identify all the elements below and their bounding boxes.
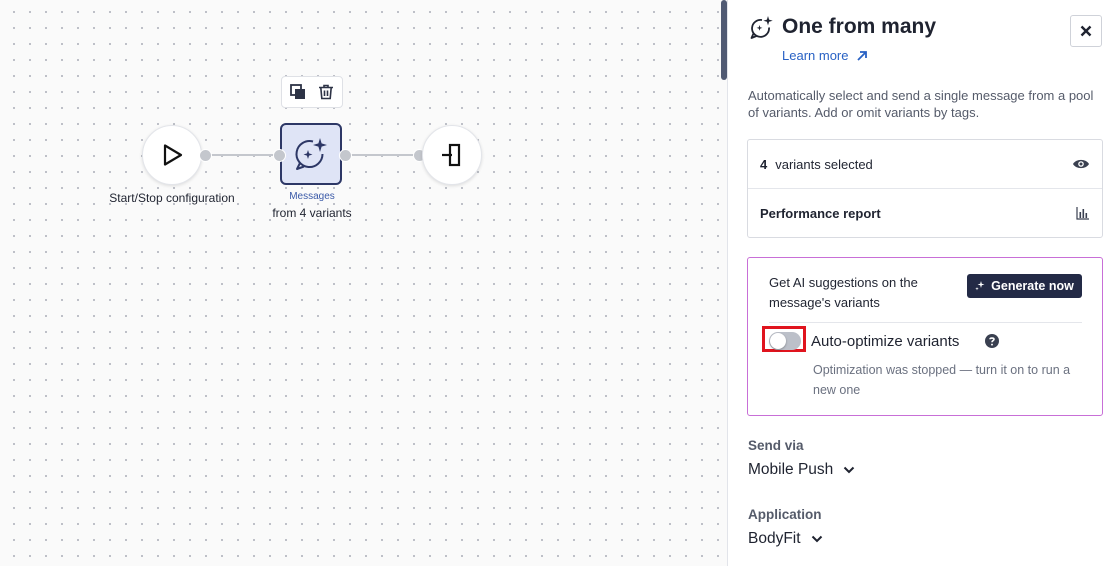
sparkle-chat-icon [295, 138, 327, 170]
messages-node-subtitle: from 4 variants [272, 206, 352, 220]
eye-icon[interactable] [1072, 158, 1090, 170]
play-icon [163, 144, 183, 166]
close-icon [1080, 25, 1092, 37]
chevron-down-icon [844, 466, 855, 474]
application-select[interactable]: BodyFit [748, 530, 823, 548]
messages-node[interactable] [280, 123, 342, 185]
auto-optimize-toggle[interactable] [769, 332, 801, 350]
node-toolbar [281, 76, 343, 108]
close-button[interactable] [1070, 15, 1102, 47]
send-via-label: Send via [748, 438, 804, 453]
external-link-arrow-icon [857, 50, 868, 61]
ai-suggestions-text: Get AI suggestions on the message's vari… [769, 275, 918, 310]
chevron-down-icon [811, 535, 822, 543]
learn-more-label: Learn more [782, 48, 849, 63]
learn-more-link[interactable]: Learn more [782, 48, 868, 63]
application-value: BodyFit [748, 530, 801, 547]
generate-now-label: Generate now [991, 279, 1074, 293]
messages-output-port[interactable] [339, 149, 352, 162]
optimization-hint: Optimization was stopped — turn it on to… [813, 363, 1071, 397]
send-via-value: Mobile Push [748, 461, 834, 478]
copy-icon[interactable] [287, 81, 309, 103]
panel-description: Automatically select and send a single m… [748, 88, 1094, 120]
sparkle-icon [975, 281, 985, 291]
divider [769, 322, 1082, 323]
ai-suggestions-box: Get AI suggestions on the message's vari… [747, 257, 1103, 416]
variants-selected-row[interactable]: 4 variants selected [748, 140, 1102, 188]
exit-icon [442, 143, 461, 167]
trash-icon[interactable] [315, 81, 337, 103]
variants-count: 4 [760, 156, 768, 172]
start-node-label: Start/Stop configuration [109, 191, 235, 205]
messages-node-title: Messages [289, 191, 335, 202]
connector-start-to-messages [205, 154, 280, 156]
sparkle-chat-icon [750, 16, 773, 39]
end-node[interactable] [422, 125, 482, 185]
connector-messages-to-end [344, 154, 420, 156]
application-label: Application [748, 507, 822, 522]
performance-report-row[interactable]: Performance report [748, 188, 1102, 237]
auto-optimize-label: Auto-optimize variants [811, 333, 960, 350]
toggle-knob [770, 333, 786, 349]
generate-now-button[interactable]: Generate now [967, 274, 1082, 298]
start-output-port[interactable] [199, 149, 212, 162]
bar-chart-icon[interactable] [1076, 206, 1090, 220]
variants-info-box: 4 variants selected Performance report [747, 139, 1103, 238]
help-icon[interactable] [985, 334, 999, 348]
flow-canvas[interactable]: Start/Stop configuration Messages from 4… [0, 0, 727, 566]
performance-report-label: Performance report [760, 205, 881, 221]
panel-title: One from many [782, 15, 937, 38]
side-panel: One from many Learn more Automatically s… [728, 0, 1118, 566]
variants-selected-label: variants selected [775, 156, 873, 172]
start-stop-node[interactable] [142, 125, 202, 185]
messages-input-port[interactable] [273, 149, 286, 162]
send-via-select[interactable]: Mobile Push [748, 461, 855, 479]
